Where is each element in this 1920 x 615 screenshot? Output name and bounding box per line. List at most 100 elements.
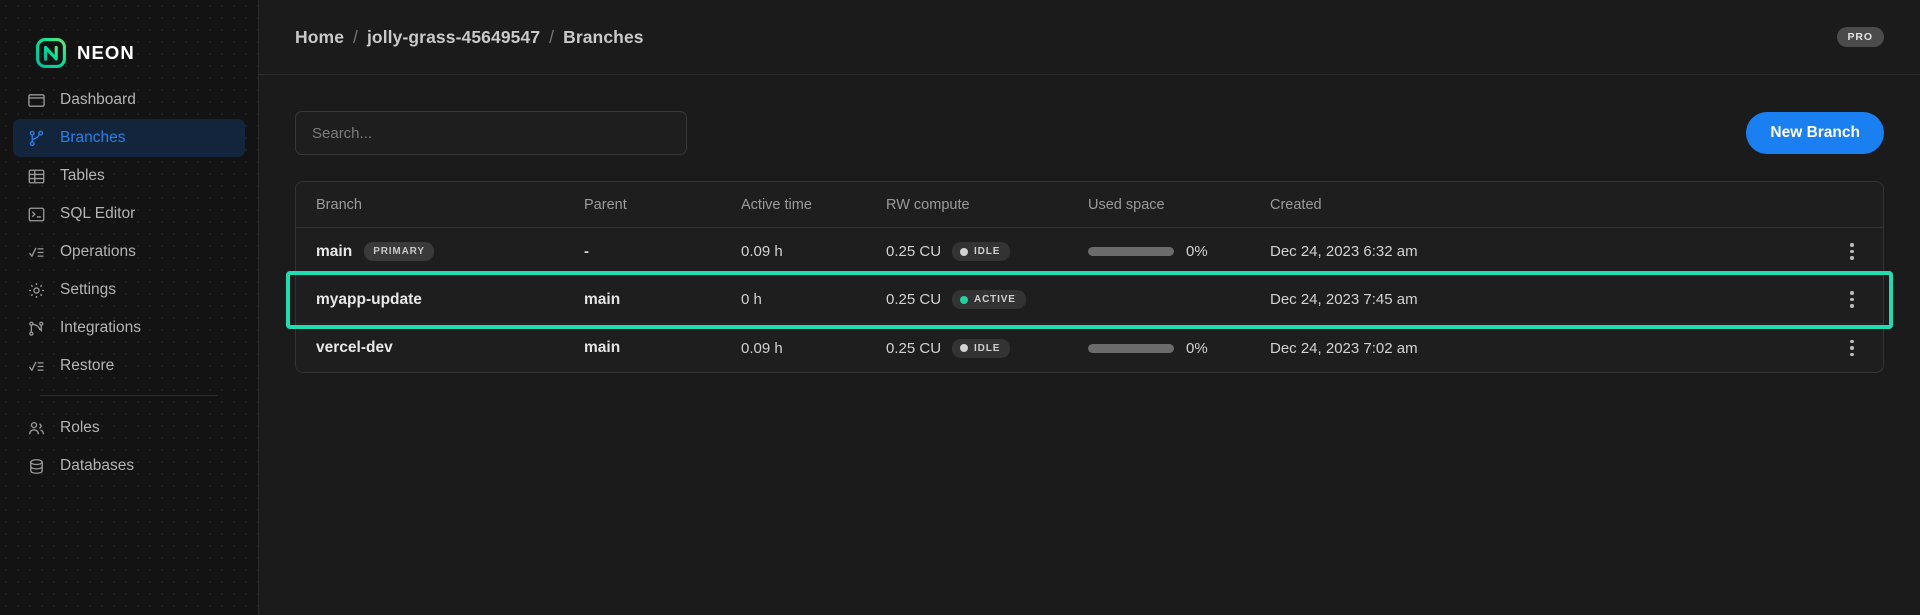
sidebar-item-dashboard[interactable]: Dashboard [13,81,245,119]
breadcrumb: Home / jolly-grass-45649547 / Branches [295,27,644,48]
sidebar-item-label: Branches [60,129,126,146]
kebab-menu-icon[interactable] [1841,287,1863,313]
integrations-icon [27,319,46,338]
cell-branch: main PRIMARY [316,242,584,261]
branches-toolbar: New Branch [295,111,1884,155]
parent-name[interactable]: main [584,291,620,309]
compute-units: 0.25 CU [886,243,942,260]
used-space-bar [1088,247,1174,256]
sidebar-item-label: Dashboard [60,91,136,108]
users-icon [27,419,46,438]
search-input[interactable] [295,111,687,155]
breadcrumb-current-page: Branches [563,26,644,47]
column-header-rw-compute: RW compute [886,196,970,213]
brand-logo[interactable]: NEON [0,0,258,78]
cell-active-time: 0 h [741,291,762,308]
cell-parent: - [584,243,741,260]
sidebar-item-restore[interactable]: Restore [13,347,245,385]
status-badge: ACTIVE [952,290,1026,309]
used-space-percent: 0% [1186,339,1208,357]
status-label: IDLE [974,246,1001,257]
sidebar-item-operations[interactable]: Operations [13,233,245,271]
cell-rw-compute: 0.25 CU IDLE [886,242,1088,261]
sidebar-item-tables[interactable]: Tables [13,157,245,195]
sidebar-item-roles[interactable]: Roles [13,409,245,447]
sidebar-item-branches[interactable]: Branches [13,119,245,157]
brand-name: NEON [77,41,135,63]
column-header-active-time: Active time [741,196,812,213]
sidebar-item-databases[interactable]: Databases [13,447,245,485]
branches-page: New Branch Branch Parent Active time RW … [259,75,1920,373]
gear-icon [27,281,46,300]
status-dot-icon [960,295,969,304]
status-label: ACTIVE [974,294,1016,305]
sidebar: NEON Dashboard Branches Tables SQL Edito… [0,0,259,615]
cell-parent: main [584,339,741,357]
cell-active-time: 0.09 h [741,243,783,260]
plan-badge: PRO [1836,27,1884,47]
column-header-branch: Branch [316,196,362,213]
table-row[interactable]: vercel-dev main 0.09 h 0.25 CU IDLE 0% D… [296,324,1883,372]
top-bar: Home / jolly-grass-45649547 / Branches P… [259,0,1920,75]
table-row[interactable]: main PRIMARY - 0.09 h 0.25 CU IDLE 0% De… [296,228,1883,276]
cell-branch: myapp-update [316,291,584,309]
used-space-bar [1088,343,1174,353]
sidebar-item-integrations[interactable]: Integrations [13,309,245,347]
parent-name: - [584,243,589,260]
cell-created: Dec 24, 2023 7:45 am [1270,291,1418,308]
breadcrumb-separator: / [353,26,358,47]
sidebar-item-label: Operations [60,243,136,260]
sidebar-item-sql-editor[interactable]: SQL Editor [13,195,245,233]
sql-editor-icon [27,205,46,224]
cell-created: Dec 24, 2023 7:02 am [1270,339,1418,357]
compute-units: 0.25 CU [886,339,942,357]
parent-name[interactable]: main [584,339,620,357]
cell-active-time: 0.09 h [741,339,783,357]
breadcrumb-project[interactable]: jolly-grass-45649547 [367,27,540,47]
status-dot-icon [960,247,969,256]
cell-actions [1829,239,1863,265]
status-badge: IDLE [952,338,1011,358]
status-dot-icon [960,344,969,352]
sidebar-divider [40,395,218,396]
neon-logo-icon [36,37,66,68]
operations-icon [27,243,46,262]
cell-parent: main [584,291,741,309]
kebab-menu-icon[interactable] [1841,335,1863,361]
branch-name[interactable]: vercel-dev [316,339,393,357]
app-root: NEON Dashboard Branches Tables SQL Edito… [0,0,1920,615]
branches-icon [27,129,46,148]
dashboard-icon [27,91,46,110]
cell-actions [1829,335,1863,361]
cell-created: Dec 24, 2023 6:32 am [1270,243,1418,260]
database-icon [27,457,46,476]
sidebar-item-label: Tables [60,167,105,184]
main-content: Home / jolly-grass-45649547 / Branches P… [259,0,1920,615]
cell-branch: vercel-dev [316,339,584,357]
compute-units: 0.25 CU [886,291,942,308]
sidebar-nav: Dashboard Branches Tables SQL Editor Ope… [0,78,258,485]
breadcrumb-separator: / [549,26,555,47]
kebab-menu-icon[interactable] [1841,239,1863,265]
sidebar-item-settings[interactable]: Settings [13,271,245,309]
table-header-row: Branch Parent Active time RW compute Use… [296,182,1883,228]
column-header-used-space: Used space [1088,196,1165,213]
sidebar-item-label: Restore [60,357,115,374]
branches-table: Branch Parent Active time RW compute Use… [286,181,1893,373]
cell-used-space: 0% [1088,243,1270,260]
column-header-parent: Parent [584,196,627,213]
restore-icon [27,357,46,376]
sidebar-item-label: Databases [60,457,135,474]
new-branch-button[interactable]: New Branch [1746,112,1884,154]
sidebar-item-label: Roles [60,419,100,436]
table-row[interactable]: myapp-update main 0 h 0.25 CU ACTIVE Dec… [286,271,1893,329]
status-badge: IDLE [952,242,1011,261]
breadcrumb-home[interactable]: Home [295,27,344,47]
cell-used-space: 0% [1088,340,1270,357]
cell-rw-compute: 0.25 CU IDLE [886,338,1088,358]
sidebar-item-label: SQL Editor [60,205,136,222]
primary-badge: PRIMARY [364,242,434,261]
branch-name[interactable]: myapp-update [316,291,422,309]
status-label: IDLE [974,342,1001,354]
branch-name[interactable]: main [316,243,352,261]
